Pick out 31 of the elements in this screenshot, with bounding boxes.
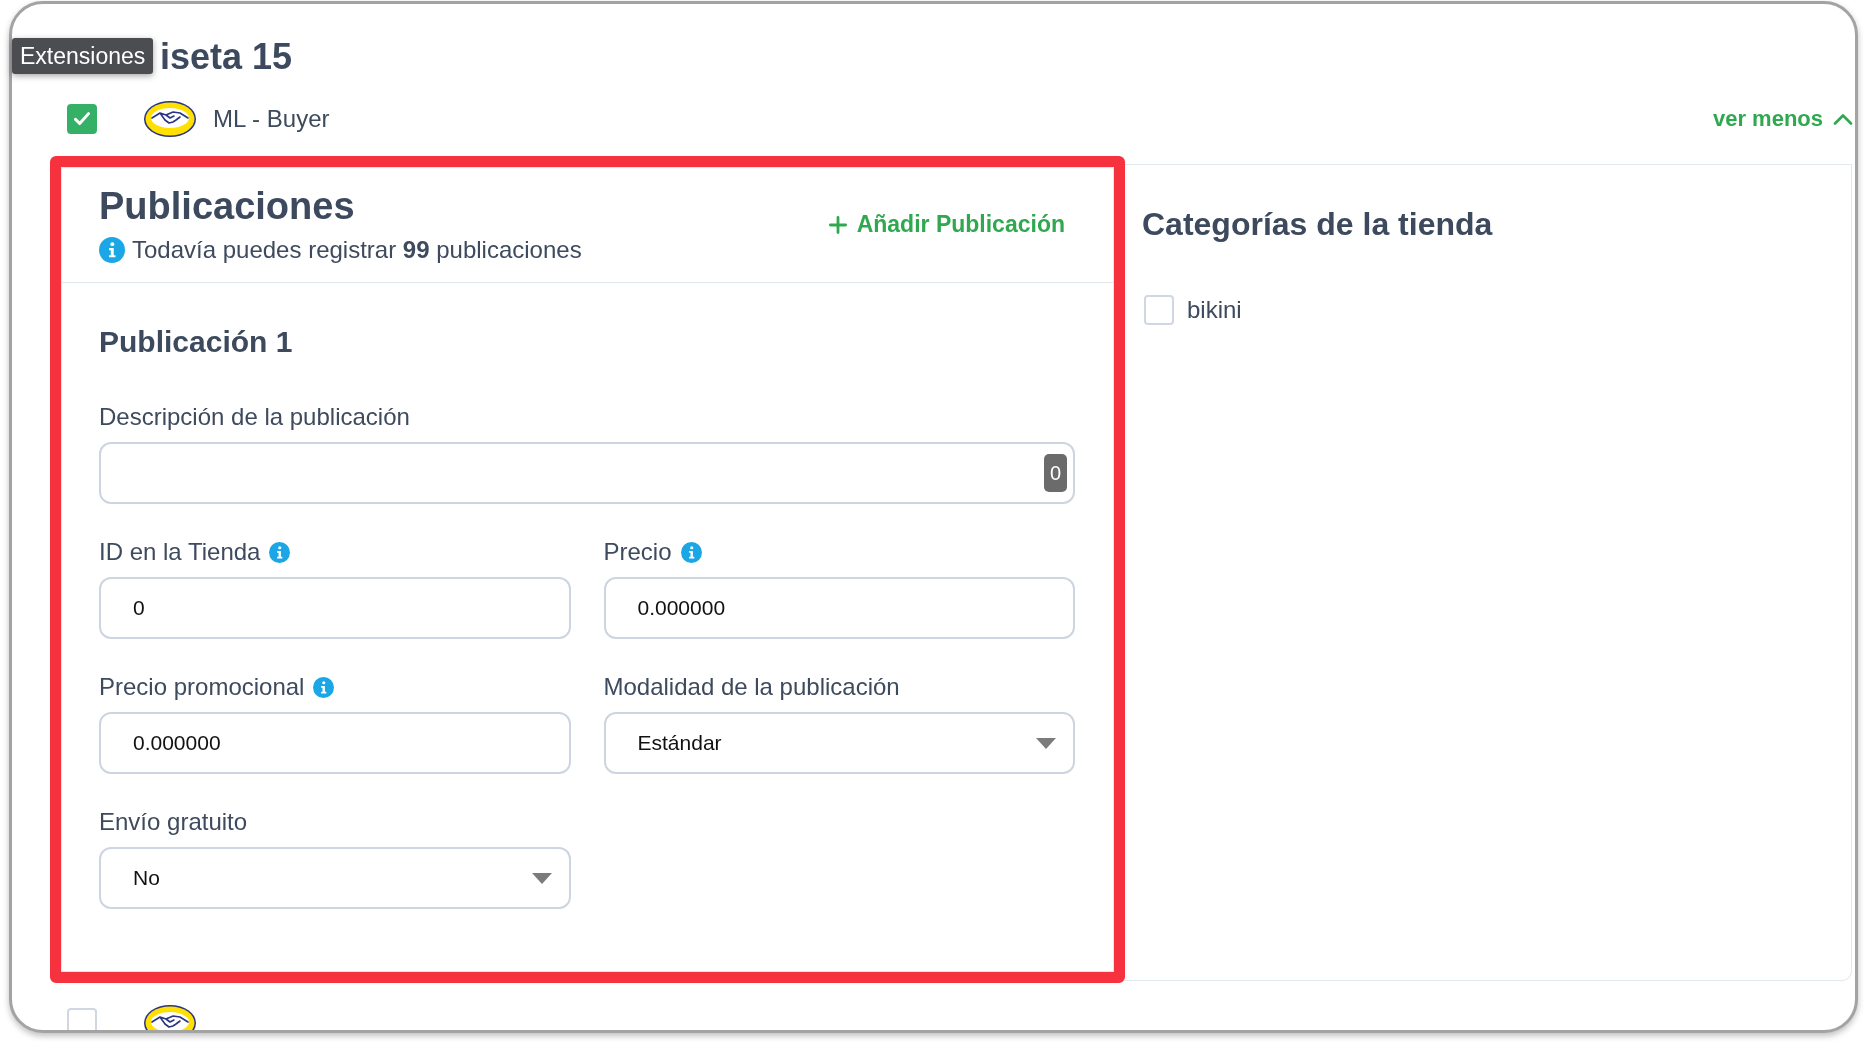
field-label: Descripción de la publicación bbox=[99, 403, 410, 431]
field-label: Precio promocional bbox=[99, 673, 305, 701]
field-label: Modalidad de la publicación bbox=[603, 673, 900, 701]
description-field[interactable]: 0 bbox=[99, 442, 1075, 504]
checkbox[interactable] bbox=[1144, 295, 1174, 325]
text-field[interactable]: 0.000000 bbox=[603, 577, 1075, 639]
text-field[interactable]: 0 bbox=[99, 577, 571, 639]
extension-name: ML - Buyer bbox=[213, 105, 330, 133]
checkbox[interactable] bbox=[67, 1008, 97, 1030]
publication-title: Publicación 1 bbox=[99, 324, 294, 360]
checkbox[interactable] bbox=[67, 104, 97, 134]
info-text: Todavía puedes registrar 99 publicaciones bbox=[132, 236, 582, 264]
panel-title: Publicaciones bbox=[99, 184, 356, 228]
tooltip: Extensiones bbox=[12, 38, 154, 74]
text-field[interactable]: 0.000000 bbox=[99, 712, 571, 774]
info-icon bbox=[99, 237, 125, 263]
checkbox-label: bikini bbox=[1187, 296, 1242, 324]
dropdown[interactable]: Estándar bbox=[603, 712, 1075, 774]
field-label: Precio bbox=[603, 538, 672, 566]
dropdown[interactable]: No bbox=[99, 847, 571, 909]
field-label: ID en la Tienda bbox=[99, 538, 261, 566]
page-title: iseta 15 bbox=[160, 35, 293, 79]
chevron-up-icon bbox=[1833, 113, 1853, 125]
field-label: Envío gratuito bbox=[99, 808, 248, 836]
handshake-logo bbox=[143, 100, 197, 138]
caret-down-icon bbox=[1036, 737, 1056, 749]
checkmark-icon bbox=[74, 112, 90, 126]
caret-down-icon bbox=[531, 872, 552, 884]
panel-title: Categorías de la tienda bbox=[1142, 205, 1494, 243]
plus-icon bbox=[828, 215, 847, 234]
character-count-badge: 0 bbox=[1043, 454, 1067, 492]
